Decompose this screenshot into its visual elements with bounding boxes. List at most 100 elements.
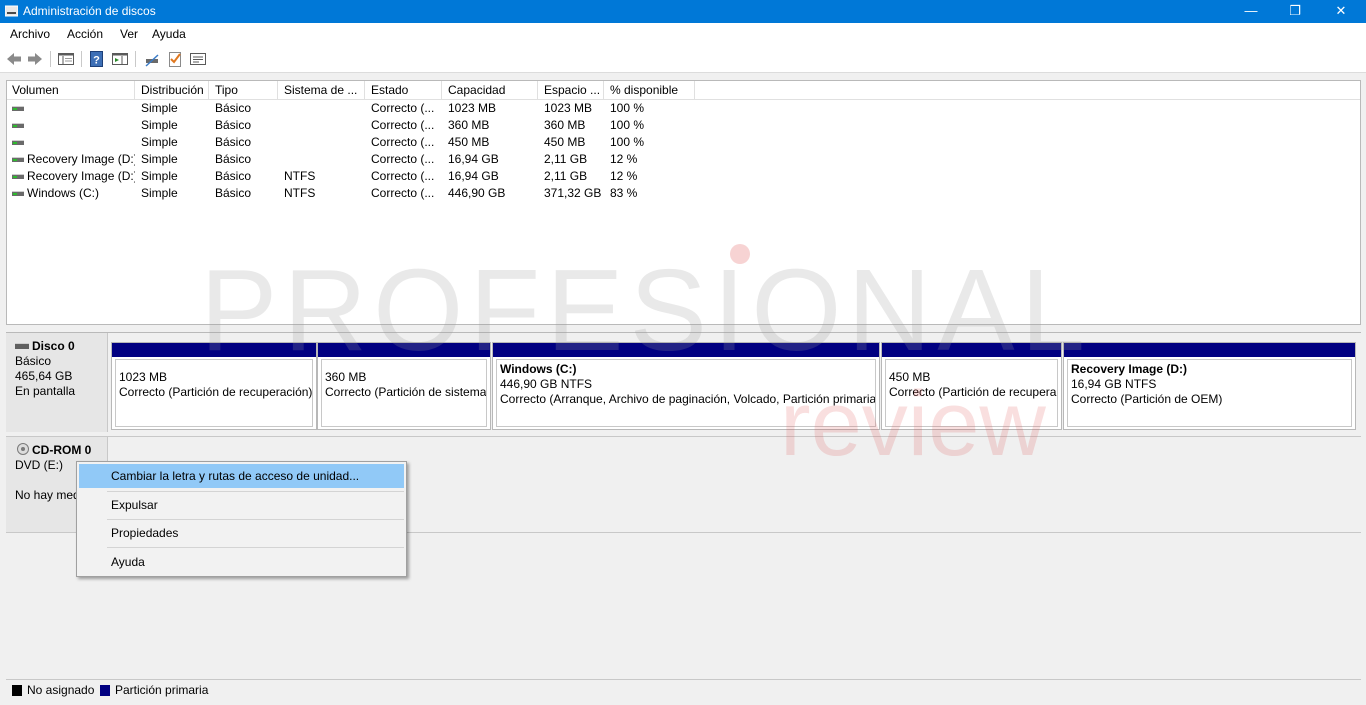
connect-drive-icon[interactable] <box>143 50 161 68</box>
table-row[interactable]: Simple Básico Correcto (... 360 MB 360 M… <box>7 117 1360 134</box>
restore-button[interactable]: ❐ <box>1272 0 1318 23</box>
cell-tipo: Básico <box>215 152 252 166</box>
properties-icon[interactable] <box>189 50 207 68</box>
cell-tipo: Básico <box>215 101 252 115</box>
checklist-icon[interactable] <box>166 50 184 68</box>
partition-size: 1023 MB <box>119 370 168 384</box>
disk-0-size: 465,64 GB <box>15 369 73 383</box>
toolbar-separator <box>81 51 82 67</box>
cell-capacidad: 360 MB <box>448 118 490 132</box>
volume-list[interactable]: Volumen Distribución Tipo Sistema de ...… <box>6 80 1361 325</box>
title-bar: Administración de discos — ❐ ✕ <box>0 0 1366 23</box>
partition-recovery-450mb[interactable]: 450 MB Correcto (Partición de recupera <box>881 342 1062 430</box>
legend-swatch-unallocated <box>12 685 22 696</box>
legend-swatch-primary <box>100 685 110 696</box>
cell-porcentaje-disponible: 83 % <box>610 186 638 200</box>
menu-separator <box>107 491 404 492</box>
column-header-distribucion[interactable]: Distribución <box>136 81 209 100</box>
volume-list-header: Volumen Distribución Tipo Sistema de ...… <box>7 81 1360 100</box>
cell-estado: Correcto (... <box>371 101 435 115</box>
table-row[interactable]: Simple Básico Correcto (... 1023 MB 1023… <box>7 100 1360 117</box>
table-row[interactable]: Recovery Image (D:) Simple Básico NTFS C… <box>7 168 1360 185</box>
column-header-volumen[interactable]: Volumen <box>7 81 135 100</box>
cell-capacidad: 450 MB <box>448 135 490 149</box>
column-header-espacio-disponible[interactable]: Espacio ... <box>539 81 604 100</box>
column-header-estado[interactable]: Estado <box>366 81 442 100</box>
cell-estado: Correcto (... <box>371 186 435 200</box>
partition-body: Windows (C:) 446,90 GB NTFS Correcto (Ar… <box>496 359 876 427</box>
disk-row-disco-0: Disco 0 Básico 465,64 GB En pantalla 102… <box>6 333 1361 432</box>
partition-recovery-1023mb[interactable]: 1023 MB Correcto (Partición de recuperac… <box>111 342 317 430</box>
cell-sistema-archivos <box>279 134 365 151</box>
cell-porcentaje-disponible: 100 % <box>610 135 645 149</box>
forward-arrow-icon[interactable] <box>26 50 44 68</box>
menu-ayuda[interactable]: Ayuda <box>152 27 186 41</box>
partition-recovery-image-d[interactable]: Recovery Image (D:) 16,94 GB NTFS Correc… <box>1063 342 1356 430</box>
table-row[interactable]: Simple Básico Correcto (... 450 MB 450 M… <box>7 134 1360 151</box>
menu-ver[interactable]: Ver <box>120 27 138 41</box>
close-button[interactable]: ✕ <box>1318 0 1364 23</box>
console-tree-icon[interactable] <box>57 50 75 68</box>
primary-partition-bar <box>112 343 316 357</box>
cell-tipo: Básico <box>215 118 252 132</box>
cell-sistema-archivos: NTFS <box>284 186 316 200</box>
cell-distribucion: Simple <box>141 186 178 200</box>
toolbar: ? <box>0 45 1366 73</box>
partition-body: 360 MB Correcto (Partición de sistema <box>321 359 487 427</box>
partition-windows-c[interactable]: Windows (C:) 446,90 GB NTFS Correcto (Ar… <box>492 342 880 430</box>
cell-sistema-archivos: NTFS <box>284 169 316 183</box>
partition-status: Correcto (Partición de OEM) <box>1071 392 1223 406</box>
minimize-button[interactable]: — <box>1228 0 1274 23</box>
cell-espacio-disponible: 2,11 GB <box>544 152 588 166</box>
menu-separator <box>107 519 404 520</box>
primary-partition-bar <box>1064 343 1355 357</box>
legend-label-primary: Partición primaria <box>115 683 209 697</box>
partition-size: 450 MB <box>889 370 931 384</box>
cell-volumen <box>22 100 135 117</box>
window-title: Administración de discos <box>23 4 156 18</box>
cell-distribucion: Simple <box>141 118 178 132</box>
cell-sistema-archivos <box>279 100 365 117</box>
cell-distribucion: Simple <box>141 101 178 115</box>
show-hide-action-pane-icon[interactable] <box>111 50 129 68</box>
column-header-capacidad[interactable]: Capacidad <box>443 81 538 100</box>
cell-espacio-disponible: 450 MB <box>544 135 586 149</box>
partition-body: Recovery Image (D:) 16,94 GB NTFS Correc… <box>1067 359 1352 427</box>
menu-item-help[interactable]: Ayuda <box>79 550 404 574</box>
column-header-tipo[interactable]: Tipo <box>210 81 278 100</box>
cell-tipo: Básico <box>215 186 252 200</box>
cell-capacidad: 1023 MB <box>448 101 497 115</box>
cell-volumen: Windows (C:) <box>27 186 100 200</box>
cdrom-0-name: CD-ROM 0 <box>32 443 92 457</box>
menu-bar: Archivo Acción Ver Ayuda <box>0 23 1366 45</box>
menu-item-change-drive-letter[interactable]: Cambiar la letra y rutas de acceso de un… <box>79 464 404 488</box>
cdrom-0-name-wrap: CD-ROM 0 <box>15 443 107 458</box>
column-header-porcentaje-disponible[interactable]: % disponible <box>605 81 695 100</box>
legend-bar: No asignado Partición primaria <box>6 679 1361 699</box>
svg-text:?: ? <box>93 55 100 67</box>
partition-body: 1023 MB Correcto (Partición de recuperac… <box>115 359 313 427</box>
disk-0-name: Disco 0 <box>32 339 75 353</box>
menu-archivo[interactable]: Archivo <box>10 27 50 41</box>
disk-0-name-wrap: Disco 0 <box>15 339 107 354</box>
cell-sistema-archivos <box>279 117 365 134</box>
disk-0-type: Básico <box>15 354 52 368</box>
partition-system-360mb[interactable]: 360 MB Correcto (Partición de sistema <box>317 342 491 430</box>
back-arrow-icon[interactable] <box>5 50 23 68</box>
menu-item-properties[interactable]: Propiedades <box>79 521 404 545</box>
cell-volumen: Recovery Image (D:) <box>27 169 135 183</box>
partition-status: Correcto (Partición de sistema <box>325 385 487 399</box>
disk-0-info[interactable]: Disco 0 Básico 465,64 GB En pantalla <box>6 333 108 432</box>
table-row[interactable]: Recovery Image (D:) Simple Básico Correc… <box>7 151 1360 168</box>
primary-partition-bar <box>318 343 490 357</box>
help-icon[interactable]: ? <box>88 50 106 68</box>
column-header-sistema-archivos[interactable]: Sistema de ... <box>279 81 365 100</box>
legend-label-unallocated: No asignado <box>27 683 95 697</box>
cell-sistema-archivos <box>279 151 365 168</box>
menu-accion[interactable]: Acción <box>67 27 103 41</box>
cd-drive-icon <box>17 443 29 455</box>
cell-porcentaje-disponible: 100 % <box>610 101 645 115</box>
cell-capacidad: 16,94 GB <box>448 152 499 166</box>
table-row[interactable]: Windows (C:) Simple Básico NTFS Correcto… <box>7 185 1360 202</box>
menu-item-eject[interactable]: Expulsar <box>79 493 404 517</box>
